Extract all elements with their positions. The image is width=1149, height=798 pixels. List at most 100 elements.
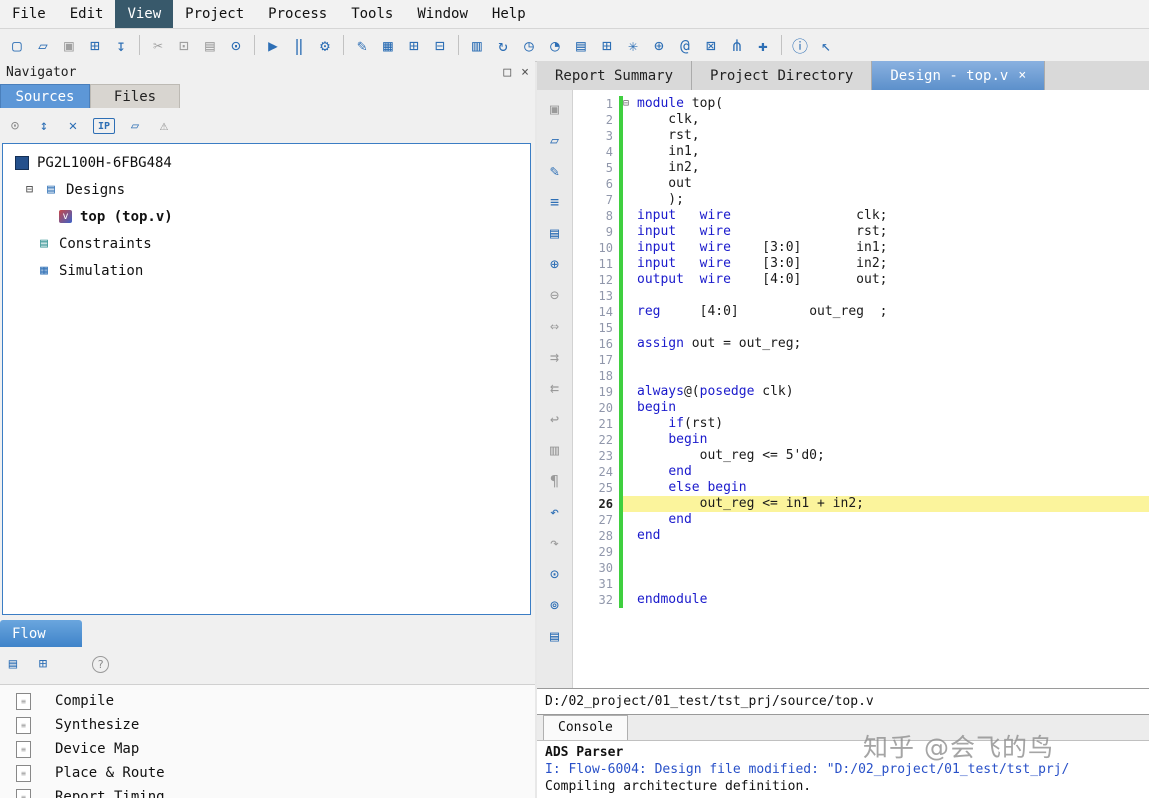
wrap-icon[interactable]: ↩ xyxy=(544,408,566,430)
code-area[interactable]: 1⊟module top(2 clk,3 rst,4 in1,5 in2,6 o… xyxy=(573,90,1149,688)
collapse-expander-icon[interactable]: ⊟ xyxy=(23,183,36,196)
save-all-icon[interactable]: ⊞ xyxy=(82,33,108,57)
menu-help[interactable]: Help xyxy=(480,0,538,28)
tree-item-top-top-v[interactable]: top (top.v) xyxy=(3,203,530,230)
code-line-16[interactable]: 16assign out = out_reg; xyxy=(573,336,1149,352)
code-line-29[interactable]: 29 xyxy=(573,544,1149,560)
tab-sources[interactable]: Sources xyxy=(0,84,90,108)
close-panel-icon[interactable]: × xyxy=(521,65,529,80)
tab-project-directory[interactable]: Project Directory xyxy=(692,61,872,90)
document-icon[interactable]: ▥ xyxy=(464,33,490,57)
columns-icon[interactable]: ▥ xyxy=(544,439,566,461)
print-icon[interactable]: ▤ xyxy=(544,625,566,647)
close-tab-icon[interactable]: × xyxy=(1018,68,1026,83)
flow-step-place-route[interactable]: Place & Route xyxy=(0,761,535,785)
code-line-30[interactable]: 30 xyxy=(573,560,1149,576)
code-line-15[interactable]: 15 xyxy=(573,320,1149,336)
clear-icon[interactable]: ✕ xyxy=(64,117,82,135)
float-panel-icon[interactable]: □ xyxy=(503,65,511,80)
code-line-3[interactable]: 3 rst, xyxy=(573,128,1149,144)
code-line-18[interactable]: 18 xyxy=(573,368,1149,384)
code-line-20[interactable]: 20begin xyxy=(573,400,1149,416)
ip-core-icon[interactable]: IP xyxy=(93,118,115,134)
open-source-icon[interactable]: ▱ xyxy=(126,117,144,135)
code-line-11[interactable]: 11input wire [3:0] in2; xyxy=(573,256,1149,272)
zoom-fit-icon[interactable]: ⇔ xyxy=(544,315,566,337)
tree-item-constraints[interactable]: Constraints xyxy=(3,230,530,257)
redo-icon[interactable]: ↷ xyxy=(544,532,566,554)
code-line-22[interactable]: 22 begin xyxy=(573,432,1149,448)
copy-icon[interactable]: ⊡ xyxy=(171,33,197,57)
tree-item-simulation[interactable]: Simulation xyxy=(3,257,530,284)
find-icon[interactable]: ⊙ xyxy=(544,563,566,585)
edit-constraints-icon[interactable]: ✎ xyxy=(349,33,375,57)
code-line-13[interactable]: 13 xyxy=(573,288,1149,304)
package-icon[interactable]: ⊞ xyxy=(594,33,620,57)
mail-icon[interactable]: @ xyxy=(672,33,698,57)
tab-report-summary[interactable]: Report Summary xyxy=(537,61,692,90)
open-project-icon[interactable]: ▱ xyxy=(30,33,56,57)
download-icon[interactable]: ⊕ xyxy=(646,33,672,57)
code-line-28[interactable]: 28end xyxy=(573,528,1149,544)
tip-icon[interactable]: ⓘ xyxy=(787,33,813,57)
select-arrow-icon[interactable]: ↖ xyxy=(813,33,839,57)
menu-project[interactable]: Project xyxy=(173,0,256,28)
help-icon[interactable]: ? xyxy=(92,656,109,673)
flow-step-synthesize[interactable]: Synthesize xyxy=(0,713,535,737)
code-line-12[interactable]: 12output wire [4:0] out; xyxy=(573,272,1149,288)
zoom-out-icon[interactable]: ⊖ xyxy=(544,284,566,306)
star-icon[interactable]: ✳ xyxy=(620,33,646,57)
menu-edit[interactable]: Edit xyxy=(58,0,116,28)
bookmark-icon[interactable]: ▤ xyxy=(544,222,566,244)
tab-files[interactable]: Files xyxy=(90,84,180,108)
flow-step-device-map[interactable]: Device Map xyxy=(0,737,535,761)
code-line-2[interactable]: 2 clk, xyxy=(573,112,1149,128)
save-as-icon[interactable]: ✎ xyxy=(544,160,566,182)
save-icon[interactable]: ▣ xyxy=(544,98,566,120)
code-line-1[interactable]: 1⊟module top( xyxy=(573,96,1149,112)
fold-marker-icon[interactable]: ⊟ xyxy=(623,96,637,112)
tab-console[interactable]: Console xyxy=(543,715,628,740)
warning-icon[interactable]: ⚠ xyxy=(155,117,173,135)
code-line-14[interactable]: 14reg [4:0] out_reg ; xyxy=(573,304,1149,320)
code-line-10[interactable]: 10input wire [3:0] in1; xyxy=(573,240,1149,256)
tree-item-designs[interactable]: ⊟Designs xyxy=(3,176,530,203)
outdent-icon[interactable]: ⇇ xyxy=(544,377,566,399)
code-line-4[interactable]: 4 in1, xyxy=(573,144,1149,160)
flow-step-report-timing[interactable]: Report Timing xyxy=(0,785,535,798)
settings-gear-icon[interactable]: ⚙ xyxy=(312,33,338,57)
undo-icon[interactable]: ↶ xyxy=(544,501,566,523)
new-file-icon[interactable]: ▢ xyxy=(4,33,30,57)
code-line-32[interactable]: 32endmodule xyxy=(573,592,1149,608)
tab-design-top-v[interactable]: Design - top.v× xyxy=(872,61,1045,90)
flow-grid-icon[interactable]: ⊞ xyxy=(34,655,52,673)
menu-window[interactable]: Window xyxy=(405,0,480,28)
hierarchy-icon[interactable]: ⊟ xyxy=(427,33,453,57)
goto-line-icon[interactable]: ≡ xyxy=(544,191,566,213)
code-line-9[interactable]: 9input wire rst; xyxy=(573,224,1149,240)
pilcrow-icon[interactable]: ¶ xyxy=(544,470,566,492)
code-line-24[interactable]: 24 end xyxy=(573,464,1149,480)
debug-icon[interactable]: ✚ xyxy=(750,33,776,57)
save-icon[interactable]: ▣ xyxy=(56,33,82,57)
code-line-23[interactable]: 23 out_reg <= 5'd0; xyxy=(573,448,1149,464)
code-line-26[interactable]: 26 out_reg <= in1 + in2; xyxy=(573,496,1149,512)
chart-icon[interactable]: ⊠ xyxy=(698,33,724,57)
filter-search-icon[interactable]: ⊙ xyxy=(6,117,24,135)
code-line-19[interactable]: 19always@(posedge clk) xyxy=(573,384,1149,400)
tree-item-pg2l100h-6fbg484[interactable]: PG2L100H-6FBG484 xyxy=(3,149,530,176)
import-icon[interactable]: ↧ xyxy=(108,33,134,57)
menu-file[interactable]: File xyxy=(0,0,58,28)
code-line-17[interactable]: 17 xyxy=(573,352,1149,368)
indent-icon[interactable]: ⇉ xyxy=(544,346,566,368)
code-line-6[interactable]: 6 out xyxy=(573,176,1149,192)
flow-step-compile[interactable]: Compile xyxy=(0,689,535,713)
code-line-21[interactable]: 21 if(rst) xyxy=(573,416,1149,432)
menu-process[interactable]: Process xyxy=(256,0,339,28)
menu-view[interactable]: View xyxy=(115,0,173,28)
cut-icon[interactable]: ✂ xyxy=(145,33,171,57)
code-line-5[interactable]: 5 in2, xyxy=(573,160,1149,176)
menu-tools[interactable]: Tools xyxy=(339,0,405,28)
clock-icon[interactable]: ◷ xyxy=(516,33,542,57)
expand-collapse-icon[interactable]: ↕ xyxy=(35,117,53,135)
